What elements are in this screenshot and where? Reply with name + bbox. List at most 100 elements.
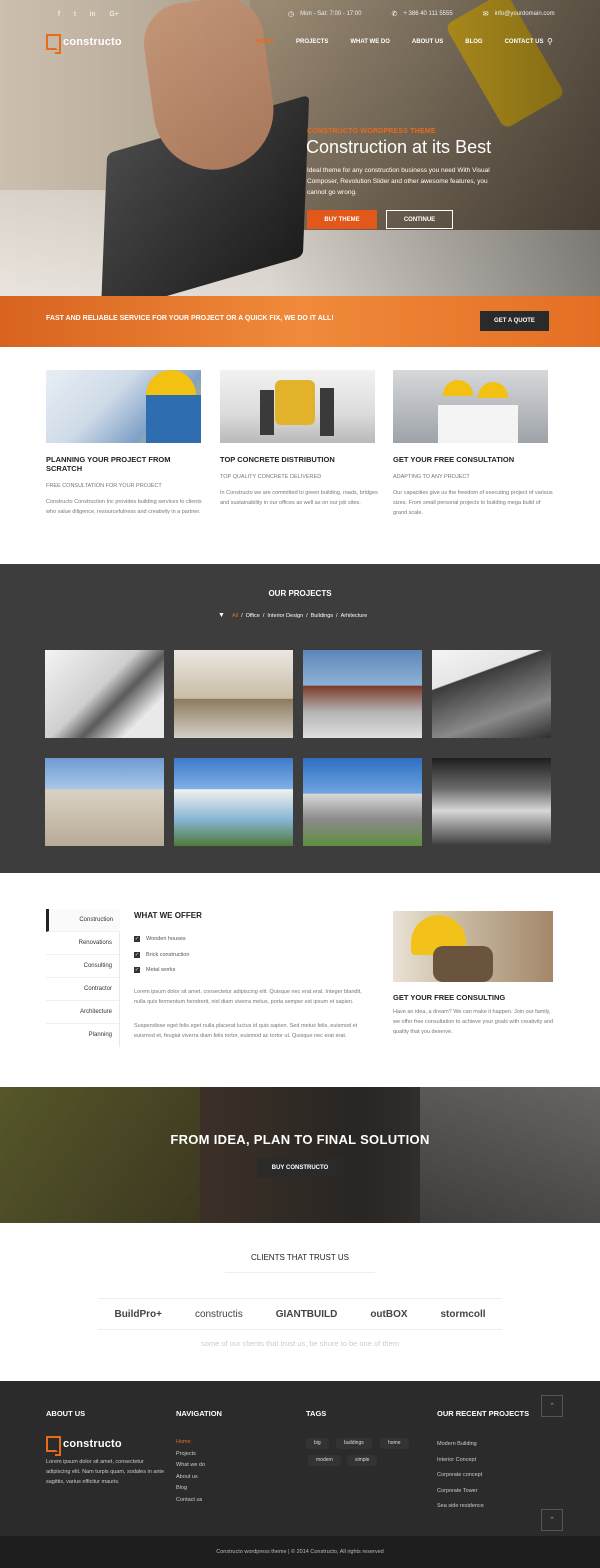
- buy-constructo-button[interactable]: BUY CONSTRUCTO: [257, 1158, 343, 1177]
- project-thumbnail[interactable]: [432, 758, 551, 846]
- tag[interactable]: buildings: [336, 1438, 372, 1449]
- logo-bracket-icon: [46, 34, 61, 54]
- footer-link-projects[interactable]: Projects: [176, 1449, 205, 1461]
- opening-hours: Mon - Sat: 7:00 - 17:00: [300, 11, 362, 17]
- project-thumbnail[interactable]: [303, 650, 422, 738]
- nav-item-home[interactable]: HOME: [256, 39, 274, 45]
- project-thumbnail[interactable]: [432, 650, 551, 738]
- footer-about-text: Lorem ipsum dolor sit amet, consectetur …: [46, 1459, 165, 1485]
- footer-nav: Home Projects What we do About us Blog C…: [176, 1437, 205, 1506]
- service-subtitle: ADAPTING TO ANY PROJECT: [393, 474, 470, 480]
- client-logo[interactable]: GIANTBUILD: [276, 1309, 338, 1320]
- project-thumbnail[interactable]: [45, 758, 164, 846]
- recent-project-link[interactable]: Corporate Tower: [437, 1484, 484, 1500]
- client-logo[interactable]: BuildPro+: [114, 1309, 162, 1320]
- footer: ABOUT US constructo Lorem ipsum dolor si…: [0, 1381, 600, 1536]
- service-image-planning: [46, 370, 201, 443]
- quote-band-text: FAST AND RELIABLE SERVICE FOR YOUR PROJE…: [46, 315, 334, 322]
- filter-office[interactable]: Office: [246, 613, 260, 619]
- checklist-item: ✓ Wooden houses: [134, 936, 186, 942]
- logo-bracket-icon: [46, 1436, 61, 1456]
- project-thumbnail[interactable]: [45, 650, 164, 738]
- filter-arhitecture[interactable]: Arhitecture: [341, 613, 368, 619]
- nav-item-contact-us[interactable]: CONTACT US: [505, 39, 544, 45]
- logo-text: constructo: [63, 36, 122, 48]
- service-title: PLANNING YOUR PROJECT FROM SCRATCH: [46, 455, 171, 473]
- recent-project-link[interactable]: Corporate concept: [437, 1468, 484, 1484]
- googleplus-icon[interactable]: G+: [109, 11, 119, 18]
- tab-consulting[interactable]: Consulting: [46, 955, 120, 978]
- cta-title: FROM IDEA, PLAN TO FINAL SOLUTION: [170, 1132, 430, 1147]
- check-icon: ✓: [134, 967, 140, 973]
- recent-project-link[interactable]: Modern Building: [437, 1437, 484, 1453]
- offer-paragraph: Suspendisse eget felis eget nulla placer…: [134, 1023, 358, 1039]
- scroll-up-icon[interactable]: ⌃: [541, 1395, 563, 1417]
- tab-architecture[interactable]: Architecture: [46, 1001, 120, 1024]
- twitter-icon[interactable]: t: [74, 11, 76, 18]
- copyright-bar: Constructo wordpress theme | © 2014 Cons…: [0, 1536, 600, 1568]
- nav-item-what-we-do[interactable]: WHAT WE DO: [350, 39, 390, 45]
- hero-slider: f t in G+ ◷ Mon - Sat: 7:00 - 17:00 ✆ + …: [0, 0, 600, 296]
- project-thumbnail[interactable]: [303, 758, 422, 846]
- service-text: Constructo Construction Inc provides bui…: [46, 499, 202, 515]
- service-text: In Constructo we are committed to green …: [220, 490, 378, 506]
- logo-text: constructo: [63, 1438, 122, 1450]
- footer-link-contact-us[interactable]: Contact us: [176, 1495, 205, 1507]
- tab-renovations[interactable]: Renovations: [46, 932, 120, 955]
- get-quote-button[interactable]: GET A QUOTE: [480, 311, 549, 331]
- buy-theme-button[interactable]: BUY THEME: [307, 210, 377, 229]
- email-link[interactable]: info@yourdomain.com: [495, 11, 555, 17]
- project-thumbnail[interactable]: [174, 650, 293, 738]
- cta-overlay: [0, 1087, 600, 1223]
- filter-buildings[interactable]: Buildings: [311, 613, 333, 619]
- project-thumbnail[interactable]: [174, 758, 293, 846]
- check-icon: ✓: [134, 936, 140, 942]
- clients-tagline: some of our clients that trust us, be sh…: [200, 1339, 400, 1348]
- tab-planning[interactable]: Planning: [46, 1024, 120, 1047]
- client-logo[interactable]: constructis: [195, 1309, 243, 1320]
- nav-item-blog[interactable]: BLOG: [465, 39, 482, 45]
- nav-item-about-us[interactable]: ABOUT US: [412, 39, 443, 45]
- filter-all[interactable]: All: [232, 613, 238, 619]
- client-logo[interactable]: stormcoll: [440, 1309, 485, 1320]
- client-logo[interactable]: outBOX: [370, 1309, 407, 1320]
- tag[interactable]: big: [306, 1438, 329, 1449]
- recent-projects: Modern Building Interior Concept Corpora…: [437, 1437, 484, 1515]
- site-logo[interactable]: constructo: [46, 34, 122, 54]
- social-links: f t in G+: [58, 8, 119, 20]
- hero-kicker: CONSTRUCTO WORDPRESS THEME: [307, 128, 436, 135]
- projects-title: OUR PROJECTS: [268, 589, 332, 598]
- consulting-title: GET YOUR FREE CONSULTING: [393, 993, 506, 1002]
- tag[interactable]: modern: [308, 1455, 341, 1466]
- main-nav: HOME PROJECTS WHAT WE DO ABOUT US BLOG C…: [256, 39, 565, 45]
- tab-contractor[interactable]: Contractor: [46, 978, 120, 1001]
- clients-title: CLIENTS THAT TRUST US: [251, 1253, 349, 1262]
- scroll-up-icon[interactable]: ⌃: [541, 1509, 563, 1531]
- phone-icon: ✆: [391, 11, 398, 18]
- filter-icon: ▼: [218, 612, 225, 619]
- footer-link-what-we-do[interactable]: What we do: [176, 1460, 205, 1472]
- service-title: TOP CONCRETE DISTRIBUTION: [220, 455, 335, 464]
- footer-link-home[interactable]: Home: [176, 1437, 205, 1449]
- recent-project-link[interactable]: Interior Concept: [437, 1453, 484, 1469]
- service-title: GET YOUR FREE CONSULTATION: [393, 455, 515, 464]
- tab-construction[interactable]: Construction: [46, 909, 120, 932]
- tag[interactable]: simple: [347, 1455, 378, 1466]
- recent-project-link[interactable]: Sea side residence: [437, 1499, 484, 1515]
- footer-link-blog[interactable]: Blog: [176, 1483, 205, 1495]
- footer-logo[interactable]: constructo: [46, 1436, 122, 1456]
- search-icon[interactable]: ⚲: [547, 37, 553, 46]
- mail-icon: ✉: [482, 11, 489, 18]
- contact-info: ◷ Mon - Sat: 7:00 - 17:00 ✆ + 386 40 111…: [288, 8, 555, 20]
- service-image-concrete: [220, 370, 375, 443]
- footer-link-about-us[interactable]: About us: [176, 1472, 205, 1484]
- tag[interactable]: home: [380, 1438, 409, 1449]
- continue-button[interactable]: CONTINUE: [386, 210, 453, 229]
- footer-nav-title: NAVIGATION: [176, 1409, 222, 1418]
- linkedin-icon[interactable]: in: [90, 11, 95, 18]
- quote-band: FAST AND RELIABLE SERVICE FOR YOUR PROJE…: [0, 296, 600, 347]
- service-subtitle: TOP QUALITY CONCRETE DELIVERED: [220, 474, 322, 480]
- facebook-icon[interactable]: f: [58, 11, 60, 18]
- nav-item-projects[interactable]: PROJECTS: [296, 39, 328, 45]
- filter-interior-design[interactable]: Interior Design: [267, 613, 303, 619]
